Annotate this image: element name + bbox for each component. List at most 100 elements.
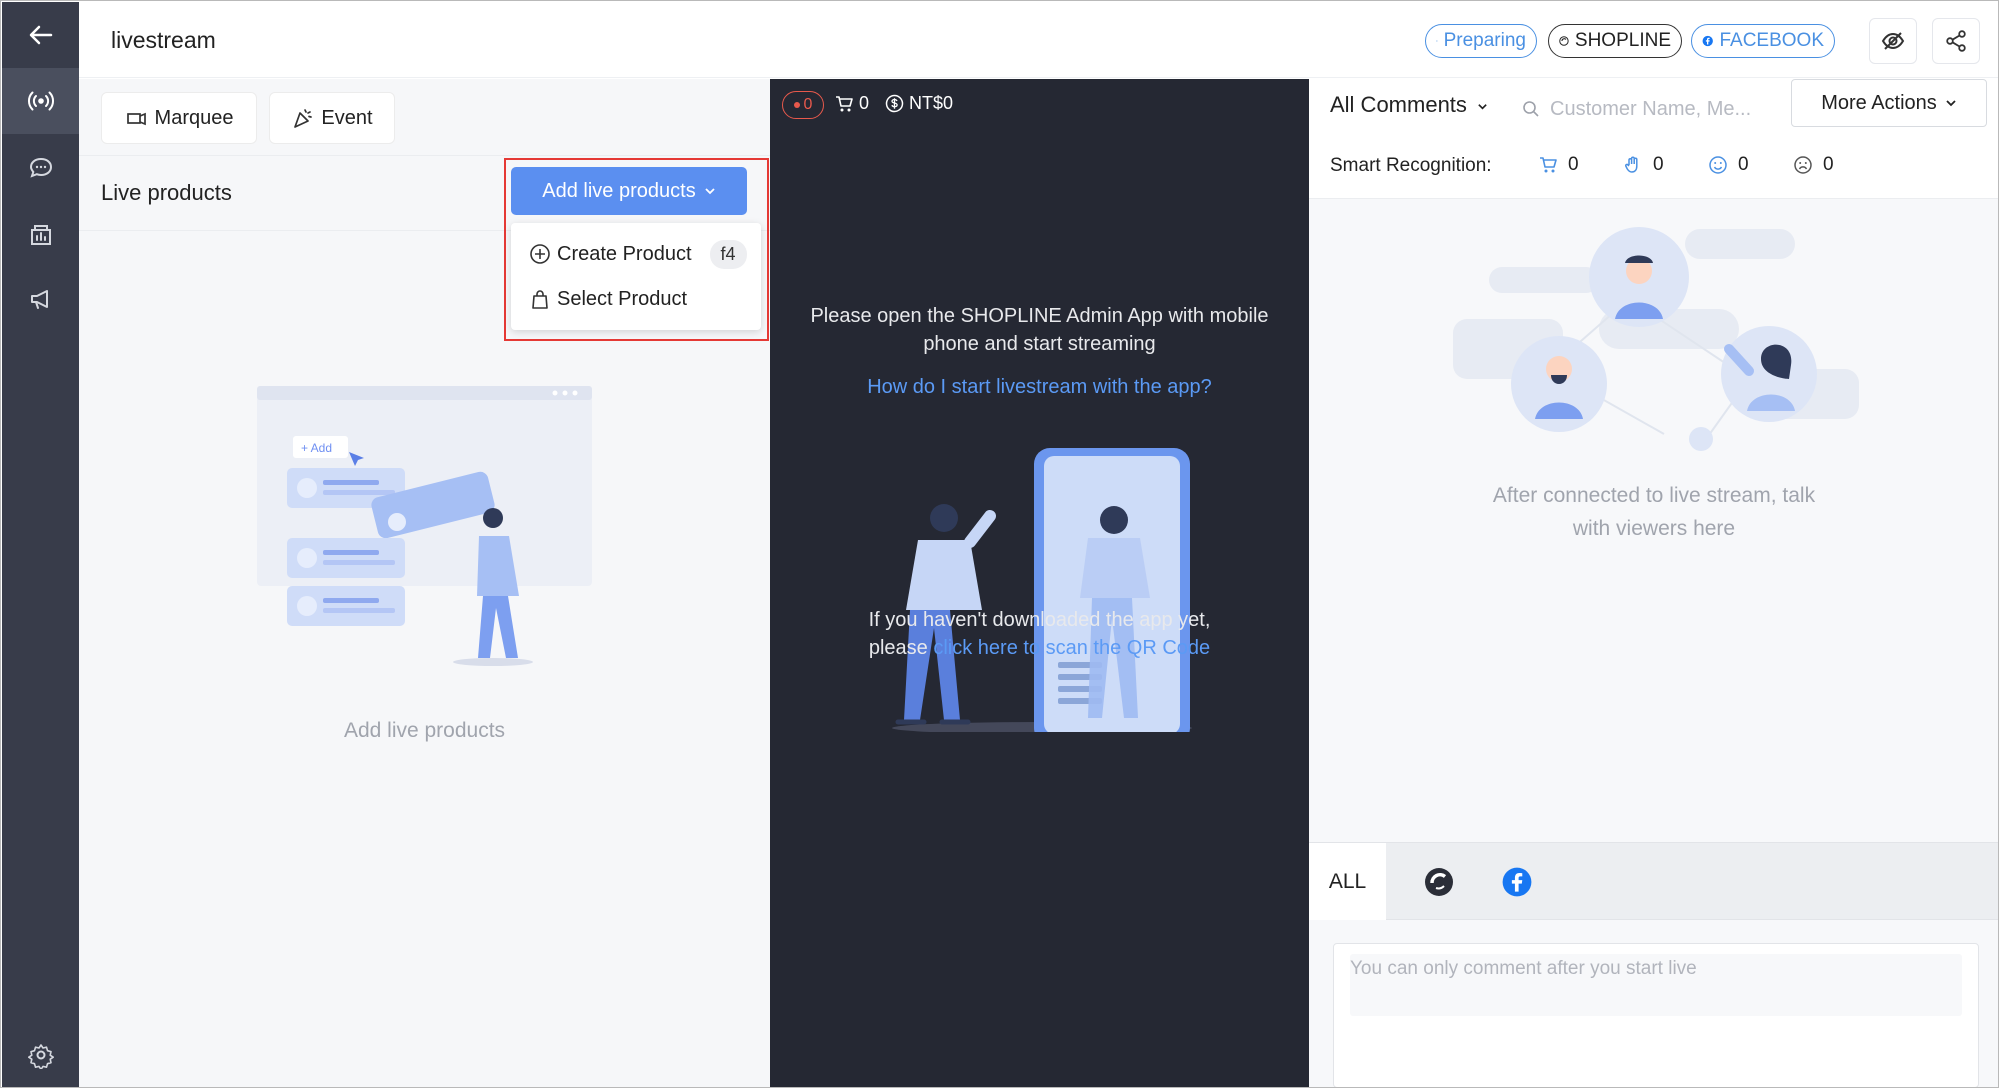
create-product-label: Create Product: [557, 242, 692, 265]
sidebar-item-live[interactable]: [2, 68, 79, 134]
more-actions-label: More Actions: [1821, 91, 1937, 114]
gear-icon: [27, 1044, 54, 1069]
back-button[interactable]: [2, 2, 79, 68]
broadcast-icon: [27, 91, 54, 111]
recognition-hand-count: 0: [1653, 154, 1664, 175]
live-count: 0: [803, 96, 813, 113]
back-arrow-icon: [29, 25, 52, 45]
marquee-icon: [126, 112, 146, 126]
menu-item-select-product[interactable]: Select Product: [511, 277, 761, 321]
cart-icon: [1540, 157, 1557, 173]
stream-app-illustration: [892, 448, 1192, 732]
cart-count: 0: [859, 93, 870, 113]
help-link[interactable]: How do I start livestream with the app?: [770, 373, 1309, 401]
qr-code-link[interactable]: click here to scan the QR Code: [933, 637, 1210, 659]
sidebar-item-marketing[interactable]: [2, 266, 79, 332]
facebook-icon: [1702, 35, 1713, 47]
comment-composer: You can only comment after you start liv…: [1333, 943, 1979, 1087]
comment-source-tabs: ALL: [1309, 842, 1998, 920]
select-product-label: Select Product: [557, 287, 688, 310]
stream-instruction-line-1: Please open the SHOPLINE Admin App with …: [810, 305, 1269, 327]
chevron-down-icon: [1946, 100, 1956, 107]
revenue-value: NT$0: [909, 93, 954, 113]
shopline-icon: [1425, 867, 1453, 896]
live-products-panel: Marquee Event Live products Add live pro…: [79, 79, 770, 1087]
shortcut-badge: f4: [709, 239, 747, 269]
share-icon: [1946, 30, 1966, 52]
shopline-icon: [1559, 36, 1569, 46]
comments-panel: All Comments Customer Name, Me... More A…: [1309, 79, 1998, 1087]
comment-filter-label: All Comments: [1330, 92, 1467, 117]
cart-stat: 0: [834, 93, 869, 114]
chevron-down-icon: [1478, 104, 1487, 110]
smile-icon: [1709, 156, 1727, 174]
add-live-products-button[interactable]: Add live products: [511, 167, 747, 215]
facebook-icon: [1502, 867, 1532, 896]
facebook-label: FACEBOOK: [1719, 30, 1824, 51]
plus-circle-icon: [530, 244, 550, 264]
recognition-cart[interactable]: 0: [1538, 154, 1579, 176]
comment-input-placeholder: You can only comment after you start liv…: [1350, 958, 1697, 979]
frown-icon: [1794, 156, 1812, 174]
stream-instruction-line-2: phone and start streaming: [923, 333, 1156, 355]
eye-off-icon: [1881, 32, 1905, 50]
cart-icon: [836, 95, 853, 111]
add-products-dropdown: Create Product f4 Select Product: [511, 223, 761, 330]
smart-recognition-label: Smart Recognition:: [1330, 155, 1492, 176]
empty-comments-line-1: After connected to live stream, talk: [1492, 484, 1816, 507]
empty-products-illustration: + Add: [257, 386, 592, 666]
hand-icon: [1625, 156, 1638, 173]
recognition-hand[interactable]: 0: [1623, 154, 1664, 176]
menu-item-create-product[interactable]: Create Product f4: [511, 232, 761, 276]
recognition-frown-count: 0: [1823, 154, 1834, 175]
hide-preview-button[interactable]: [1869, 18, 1917, 64]
chat-bubble-icon: [29, 157, 52, 178]
marquee-label: Marquee: [154, 106, 234, 129]
event-label: Event: [321, 106, 373, 129]
sidebar-item-store[interactable]: [2, 201, 79, 267]
status-label: Preparing: [1443, 30, 1526, 51]
stream-panel: 0 0 NT$0 Please open the SHOPLINE Admin …: [770, 79, 1309, 1087]
page-title: livestream: [111, 27, 216, 53]
tab-facebook[interactable]: [1477, 843, 1557, 920]
empty-comments-illustration: [1453, 227, 1859, 451]
recognition-smile[interactable]: 0: [1708, 154, 1749, 176]
search-input-placeholder: Customer Name, Me...: [1550, 97, 1752, 120]
more-actions-button[interactable]: More Actions: [1791, 79, 1987, 127]
comments-toolbar: All Comments Customer Name, Me... More A…: [1309, 79, 1998, 199]
live-products-title: Live products: [101, 180, 232, 205]
recognition-cart-count: 0: [1568, 154, 1579, 175]
live-dot-icon: [793, 102, 800, 108]
comment-search[interactable]: Customer Name, Me...: [1522, 91, 1760, 127]
empty-products-label: Add live products: [343, 719, 506, 742]
status-badge[interactable]: Preparing: [1425, 24, 1537, 58]
dollar-circle-icon: [885, 94, 904, 113]
settings-button[interactable]: [2, 1022, 79, 1087]
empty-comments-message: After connected to live stream, talk wit…: [1309, 479, 1998, 545]
recognition-smile-count: 0: [1738, 154, 1749, 175]
marquee-button[interactable]: Marquee: [101, 92, 257, 144]
shopline-channel-badge[interactable]: SHOPLINE: [1548, 24, 1682, 58]
party-popper-icon: [294, 109, 313, 128]
tab-all[interactable]: ALL: [1309, 843, 1386, 920]
chevron-down-icon: [705, 188, 715, 195]
tab-shopline[interactable]: [1399, 843, 1479, 920]
comment-filter-dropdown[interactable]: All Comments: [1330, 92, 1488, 118]
recognition-frown[interactable]: 0: [1793, 154, 1834, 176]
left-rail: [2, 2, 79, 1087]
illustration-add-label: + Add: [301, 441, 332, 455]
comment-input: You can only comment after you start liv…: [1350, 954, 1962, 1016]
sidebar-item-chat[interactable]: [2, 135, 79, 201]
shopline-label: SHOPLINE: [1574, 30, 1671, 51]
share-button[interactable]: [1932, 18, 1980, 64]
add-live-products-label: Add live products: [542, 179, 696, 202]
revenue-stat: NT$0: [885, 93, 953, 114]
live-viewers-badge: 0: [782, 91, 824, 119]
event-button[interactable]: Event: [269, 92, 395, 144]
facebook-channel-badge[interactable]: FACEBOOK: [1691, 24, 1835, 58]
app-window: livestream Preparing SHOPLINE FACEBOOK M…: [0, 0, 1999, 1088]
status-dot-icon: [1436, 40, 1438, 42]
download-line-2: please click here to scan the QR Code: [770, 634, 1309, 662]
tab-all-label: ALL: [1328, 869, 1367, 893]
top-header: livestream Preparing SHOPLINE FACEBOOK: [79, 2, 1998, 78]
